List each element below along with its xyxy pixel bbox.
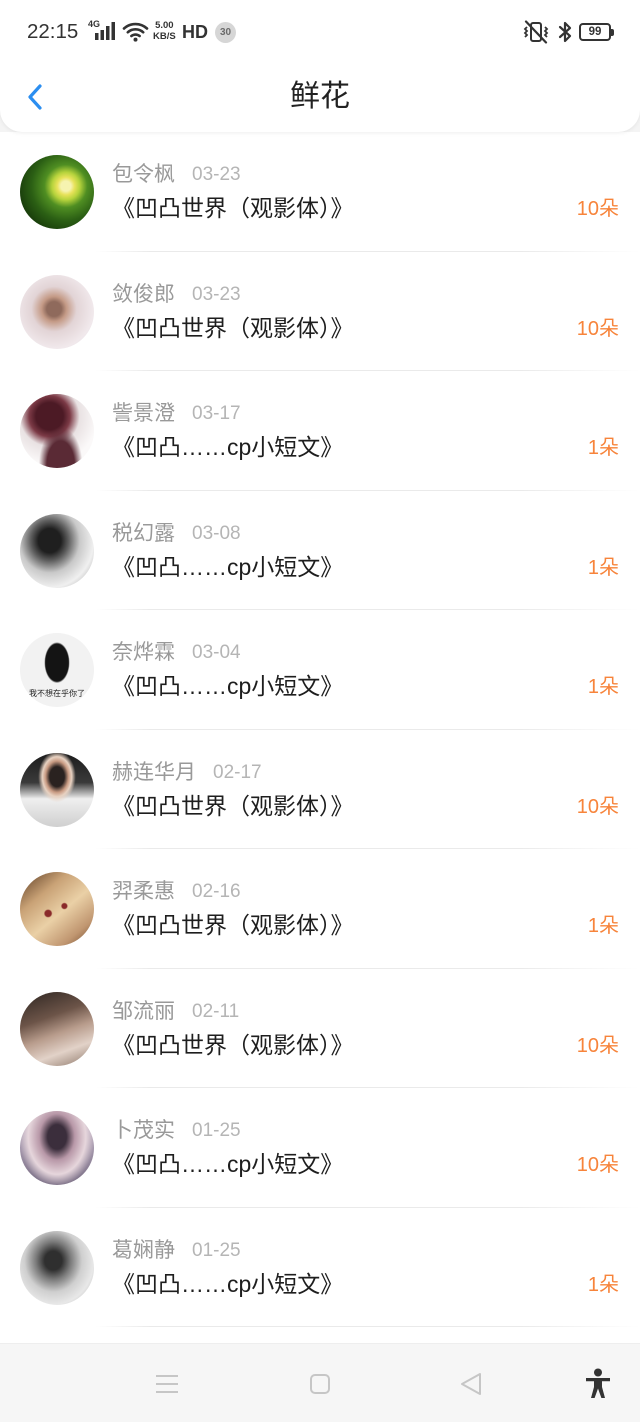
sender-name: 訾景澄	[112, 402, 175, 425]
sender-name: 敛俊郎	[112, 282, 175, 306]
sender-meta: 赫连华月 02-17	[112, 760, 262, 786]
flower-count: 10朵	[576, 795, 619, 818]
sender-name: 卜茂实	[112, 1119, 175, 1142]
sender-meta: 税幻露 03-08	[112, 521, 241, 547]
sender-meta: 敛俊郎 03-23	[112, 282, 241, 308]
sender-avatar[interactable]	[20, 752, 94, 827]
work-title: 《凹凸世界（观影体）》	[112, 792, 354, 819]
gift-date: 01-25	[192, 1239, 241, 1261]
vibrate-off-icon	[522, 20, 550, 44]
work-title: 《凹凸……cp小短文》	[112, 553, 344, 580]
work-title: 《凹凸……cp小短文》	[112, 1270, 344, 1297]
sender-name: 包令枫	[112, 163, 175, 186]
gift-date: 03-23	[192, 283, 241, 305]
sender-avatar[interactable]	[20, 394, 94, 468]
gift-date: 03-23	[192, 164, 241, 185]
flower-count: 10朵	[576, 317, 619, 340]
sender-meta: 奈烨霖 03-04	[112, 640, 241, 666]
system-nav-bar	[0, 1343, 640, 1422]
work-title: 《凹凸……cp小短文》	[112, 1151, 344, 1177]
gift-record-row[interactable]: 赫连华月 02-17 《凹凸世界（观影体）》 10朵	[0, 730, 640, 849]
app-header: 22:15 4G 5.00 KB/S HD 30 99 鲜花	[0, 0, 640, 132]
battery-icon: 99	[579, 23, 614, 41]
work-title: 《凹凸世界（观影体）》	[112, 314, 354, 341]
home-square-icon	[310, 1374, 330, 1394]
sender-meta: 邹流丽 02-11	[112, 999, 239, 1025]
sender-meta: 訾景澄 03-17	[112, 401, 241, 427]
flower-count: 10朵	[576, 1154, 619, 1176]
sender-avatar[interactable]	[20, 872, 94, 946]
net-speed-unit: KB/S	[153, 30, 176, 42]
avatar-caption: 我不想在乎你了	[29, 689, 85, 698]
work-title: 《凹凸……cp小短文》	[112, 673, 344, 699]
sender-name: 奈烨霖	[112, 641, 175, 664]
accessibility-button[interactable]	[573, 1359, 623, 1409]
flower-count: 1朵	[587, 437, 619, 459]
gift-record-row[interactable]: 邹流丽 02-11 《凹凸世界（观影体）》 10朵	[0, 969, 640, 1088]
page-title: 鲜花	[290, 80, 350, 113]
status-time: 22:15	[27, 20, 79, 43]
sender-avatar[interactable]	[20, 1111, 94, 1185]
notification-badge: 30	[215, 22, 236, 43]
status-bar: 22:15 4G 5.00 KB/S HD 30 99	[0, 0, 640, 62]
gift-date: 03-08	[192, 522, 241, 544]
flower-gift-list: 包令枫 03-23 《凹凸世界（观影体）》 10朵 敛俊郎 03-23 《凹凸世界（…	[0, 132, 640, 1343]
gift-record-row[interactable]: 羿柔惠 02-16 《凹凸世界（观影体）》 1朵	[0, 849, 640, 969]
sender-avatar[interactable]	[20, 991, 94, 1066]
menu-icon	[156, 1375, 178, 1393]
gift-date: 02-11	[192, 1000, 240, 1022]
work-title: 《凹凸……cp小短文》	[112, 434, 344, 460]
flower-count: 1朵	[587, 1273, 619, 1296]
gift-date: 01-25	[192, 1120, 241, 1141]
sender-name: 邹流丽	[112, 999, 175, 1023]
gift-date: 02-17	[213, 761, 262, 783]
gift-record-row[interactable]: 卜茂实 01-25 《凹凸……cp小短文》 10朵	[0, 1088, 640, 1208]
sender-name: 赫连华月	[112, 760, 196, 784]
row-divider	[96, 1326, 640, 1327]
sender-avatar[interactable]	[20, 1230, 94, 1305]
flower-count: 10朵	[576, 1034, 619, 1057]
gift-record-row[interactable]: 敛俊郎 03-23 《凹凸世界（观影体）》 10朵	[0, 252, 640, 371]
wifi-icon	[122, 21, 149, 42]
back-triangle-icon	[461, 1373, 481, 1395]
gift-date: 03-04	[192, 642, 241, 663]
gift-record-row[interactable]: 我不想在乎你了 奈烨霖 03-04 《凹凸……cp小短文》 1朵	[0, 610, 640, 730]
flower-count: 1朵	[587, 676, 619, 698]
sender-meta: 葛娴静 01-25	[112, 1238, 241, 1264]
home-button[interactable]	[295, 1359, 345, 1409]
gift-record-row[interactable]: 訾景澄 03-17 《凹凸……cp小短文》 1朵	[0, 371, 640, 491]
gift-record-row[interactable]: 葛娴静 01-25 《凹凸……cp小短文》 1朵	[0, 1208, 640, 1327]
sender-avatar[interactable]	[20, 155, 94, 229]
sender-meta: 卜茂实 01-25	[112, 1118, 241, 1144]
work-title: 《凹凸世界（观影体）》	[112, 1031, 354, 1058]
sender-avatar[interactable]	[20, 274, 94, 349]
signal-icon	[95, 22, 116, 40]
flower-count: 1朵	[587, 915, 619, 937]
sender-name: 税幻露	[112, 521, 175, 545]
work-title: 《凹凸世界（观影体）》	[112, 195, 354, 221]
net-speed: 5.00 KB/S	[153, 20, 176, 42]
bluetooth-icon	[557, 19, 573, 45]
sender-name: 羿柔惠	[112, 880, 175, 903]
flower-count: 10朵	[576, 198, 619, 220]
flower-count: 1朵	[587, 556, 619, 579]
gift-record-row[interactable]: 包令枫 03-23 《凹凸世界（观影体）》 10朵	[0, 132, 640, 252]
back-nav-button[interactable]	[446, 1359, 496, 1409]
sender-meta: 羿柔惠 02-16	[112, 879, 241, 905]
work-title: 《凹凸世界（观影体）》	[112, 912, 354, 938]
hd-label: HD	[182, 22, 208, 42]
recent-apps-button[interactable]	[142, 1359, 192, 1409]
accessibility-icon	[586, 1368, 610, 1398]
chevron-left-icon	[28, 84, 42, 110]
net-speed-value: 5.00	[155, 20, 174, 31]
gift-date: 02-16	[192, 881, 241, 902]
sender-avatar[interactable]	[20, 513, 94, 588]
gift-date: 03-17	[192, 403, 241, 424]
gift-record-row[interactable]: 税幻露 03-08 《凹凸……cp小短文》 1朵	[0, 491, 640, 610]
back-button[interactable]	[18, 76, 52, 118]
sender-avatar[interactable]: 我不想在乎你了	[20, 633, 94, 707]
sender-name: 葛娴静	[112, 1238, 175, 1262]
sender-meta: 包令枫 03-23	[112, 162, 241, 188]
